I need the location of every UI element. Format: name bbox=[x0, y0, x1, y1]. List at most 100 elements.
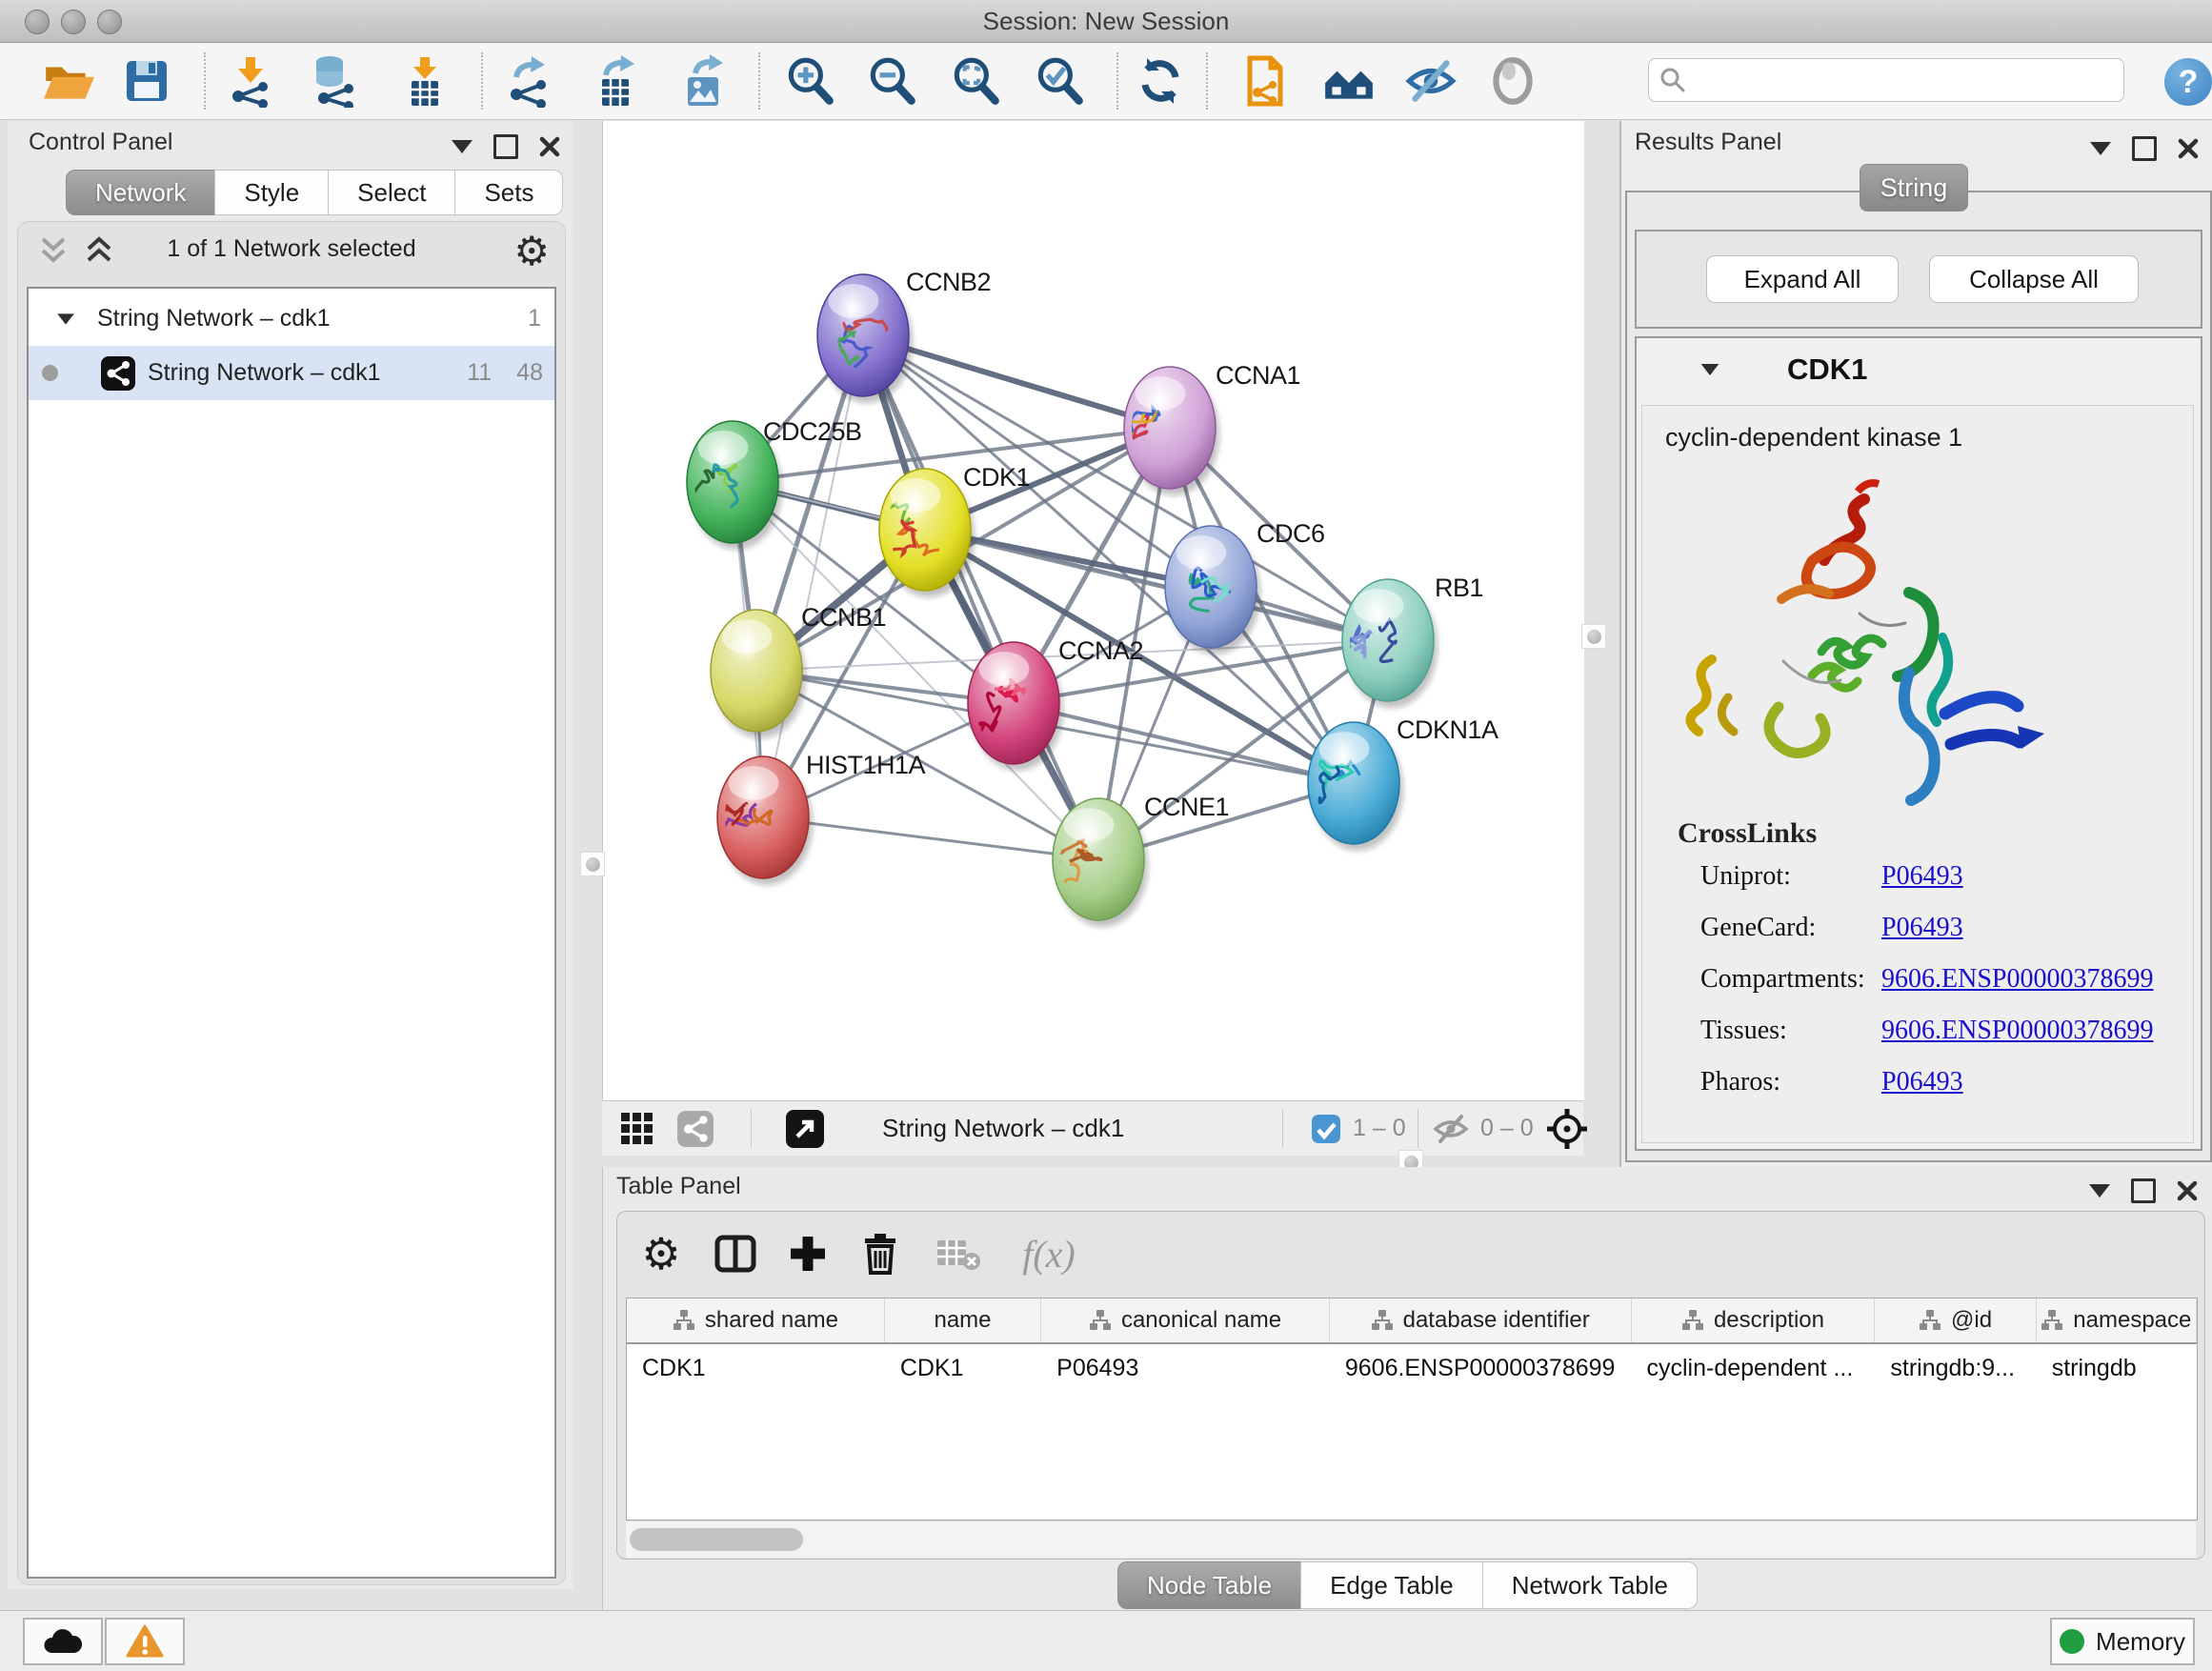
table-panel-float-icon[interactable] bbox=[2131, 1178, 2156, 1203]
tab-style[interactable]: Style bbox=[214, 170, 329, 215]
open-session-button[interactable] bbox=[38, 50, 99, 111]
node-HIST1H1A[interactable] bbox=[711, 756, 813, 885]
network-canvas[interactable]: CCNB2CCNA1CDC25BCDK1CDC6RB1CCNB1CCNA2CDK… bbox=[602, 121, 1584, 1100]
zoom-selected-button[interactable] bbox=[1029, 50, 1090, 111]
node-table[interactable]: shared namenamecanonical namedatabase id… bbox=[626, 1298, 2198, 1520]
control-panel-float-icon[interactable] bbox=[493, 134, 518, 159]
center-view-button[interactable] bbox=[1545, 1101, 1589, 1156]
left-splitter-handle[interactable] bbox=[580, 852, 605, 876]
warnings-button[interactable] bbox=[105, 1618, 185, 1665]
column-header-shared-name[interactable]: shared name bbox=[627, 1299, 885, 1342]
table-options-gear-icon[interactable]: ⚙ bbox=[634, 1227, 688, 1280]
network-row-selected[interactable]: String Network – cdk1 11 48 bbox=[29, 346, 554, 400]
zoom-fit-icon bbox=[948, 53, 1003, 109]
import-table-button[interactable] bbox=[394, 50, 455, 111]
column-header-description[interactable]: description bbox=[1632, 1299, 1876, 1342]
node-CDKN1A[interactable] bbox=[1308, 722, 1403, 851]
results-panel-collapse-icon[interactable] bbox=[2090, 142, 2111, 155]
tab-network[interactable]: Network bbox=[66, 170, 215, 215]
first-neighbors-button[interactable] bbox=[1318, 50, 1379, 111]
results-panel-float-icon[interactable] bbox=[2132, 136, 2157, 161]
tab-edge-table[interactable]: Edge Table bbox=[1300, 1561, 1483, 1609]
save-session-button[interactable] bbox=[116, 50, 177, 111]
show-hidden-button[interactable] bbox=[1482, 50, 1543, 111]
table-cell[interactable]: stringdb:9... bbox=[1875, 1344, 2036, 1392]
table-cell[interactable]: CDK1 bbox=[885, 1344, 1041, 1392]
node-CCNB2[interactable] bbox=[817, 274, 913, 403]
help-button[interactable]: ? bbox=[2164, 58, 2212, 106]
edge-CCNB2-CCNE1[interactable] bbox=[863, 335, 1098, 859]
network-collection-row[interactable]: String Network – cdk1 1 bbox=[29, 292, 554, 346]
collapse-all-button[interactable]: Collapse All bbox=[1929, 255, 2139, 303]
zoom-out-button[interactable] bbox=[861, 50, 922, 111]
tab-node-table[interactable]: Node Table bbox=[1117, 1561, 1301, 1609]
node-CDK1[interactable] bbox=[877, 469, 975, 597]
import-string-network-button[interactable] bbox=[1235, 50, 1296, 111]
zoom-in-button[interactable] bbox=[779, 50, 840, 111]
memory-button[interactable]: Memory bbox=[2050, 1618, 2195, 1665]
import-network-file-button[interactable] bbox=[221, 50, 282, 111]
node-CCNE1[interactable] bbox=[1052, 798, 1148, 927]
toolbar-separator bbox=[1282, 1109, 1283, 1148]
edge-CCNB2-HIST1H1A[interactable] bbox=[763, 335, 863, 817]
crosslink-link[interactable]: P06493 bbox=[1881, 1067, 1963, 1097]
zoom-fit-button[interactable] bbox=[945, 50, 1006, 111]
export-table-button[interactable] bbox=[587, 50, 648, 111]
export-network-button[interactable] bbox=[499, 50, 560, 111]
search-input[interactable] bbox=[1695, 66, 2123, 94]
crosslink-link[interactable]: 9606.ENSP00000378699 bbox=[1881, 964, 2153, 995]
hide-selected-button[interactable] bbox=[1400, 50, 1461, 111]
node-RB1[interactable] bbox=[1342, 579, 1438, 708]
results-tab-string[interactable]: String bbox=[1860, 164, 1968, 211]
node-CDC6[interactable] bbox=[1165, 526, 1260, 654]
node-CCNB1[interactable] bbox=[711, 610, 806, 738]
tab-select[interactable]: Select bbox=[328, 170, 455, 215]
cloud-status-button[interactable] bbox=[23, 1618, 103, 1665]
table-panel-close-icon[interactable] bbox=[2177, 1180, 2198, 1201]
node-CCNA1[interactable] bbox=[1124, 367, 1219, 495]
grid-view-button[interactable] bbox=[619, 1101, 655, 1156]
crosslink-link[interactable]: P06493 bbox=[1881, 861, 1963, 892]
show-columns-button[interactable] bbox=[709, 1227, 762, 1280]
hidden-count-toggle[interactable] bbox=[1433, 1101, 1469, 1156]
crosslink-link[interactable]: P06493 bbox=[1881, 913, 1963, 943]
scrollbar-thumb[interactable] bbox=[630, 1528, 803, 1551]
create-column-button[interactable] bbox=[781, 1227, 835, 1280]
table-cell[interactable]: CDK1 bbox=[627, 1344, 885, 1392]
expand-all-button[interactable]: Expand All bbox=[1706, 255, 1899, 303]
birdseye-toggle-button[interactable] bbox=[785, 1101, 825, 1156]
export-image-button[interactable] bbox=[674, 50, 735, 111]
tab-sets[interactable]: Sets bbox=[454, 170, 563, 215]
control-panel-collapse-icon[interactable] bbox=[452, 140, 473, 153]
table-horizontal-scrollbar[interactable] bbox=[626, 1520, 2196, 1558]
tab-network-table[interactable]: Network Table bbox=[1482, 1561, 1698, 1609]
table-toolbar: ⚙ bbox=[617, 1212, 2204, 1296]
right-splitter-handle[interactable] bbox=[1581, 624, 1606, 649]
network-graph[interactable]: CCNB2CCNA1CDC25BCDK1CDC6RB1CCNB1CCNA2CDK… bbox=[603, 121, 1584, 1100]
table-row[interactable]: CDK1CDK1P064939606.ENSP00000378699cyclin… bbox=[627, 1344, 2197, 1392]
tree-expand-icon[interactable] bbox=[57, 313, 74, 324]
column-header-name[interactable]: name bbox=[885, 1299, 1041, 1342]
hidden-count: 0 – 0 bbox=[1480, 1101, 1534, 1156]
import-network-database-button[interactable] bbox=[305, 50, 366, 111]
column-header--id[interactable]: @id bbox=[1875, 1299, 2036, 1342]
network-options-gear-icon[interactable]: ⚙ bbox=[513, 228, 550, 274]
crosslink-link[interactable]: 9606.ENSP00000378699 bbox=[1881, 1016, 2153, 1046]
column-header-database-identifier[interactable]: database identifier bbox=[1330, 1299, 1632, 1342]
control-panel-close-icon[interactable] bbox=[539, 136, 560, 157]
network-view-type-button[interactable] bbox=[676, 1101, 714, 1156]
edge-HIST1H1A-CCNE1[interactable] bbox=[763, 817, 1098, 859]
delete-column-button[interactable] bbox=[854, 1227, 907, 1280]
table-cell[interactable]: cyclin-dependent ... bbox=[1631, 1344, 1875, 1392]
column-header-namespace[interactable]: namespace bbox=[2037, 1299, 2197, 1342]
column-header-canonical-name[interactable]: canonical name bbox=[1041, 1299, 1330, 1342]
selected-count-checkbox[interactable] bbox=[1311, 1101, 1341, 1156]
node-CCNA2[interactable] bbox=[968, 642, 1063, 771]
apply-layout-button[interactable] bbox=[1130, 50, 1191, 111]
table-cell[interactable]: stringdb bbox=[2037, 1344, 2197, 1392]
results-panel-close-icon[interactable] bbox=[2178, 138, 2199, 159]
table-cell[interactable]: 9606.ENSP00000378699 bbox=[1330, 1344, 1632, 1392]
table-cell[interactable]: P06493 bbox=[1041, 1344, 1330, 1392]
gene-collapse-icon[interactable] bbox=[1701, 364, 1719, 375]
table-panel-collapse-icon[interactable] bbox=[2089, 1184, 2110, 1198]
